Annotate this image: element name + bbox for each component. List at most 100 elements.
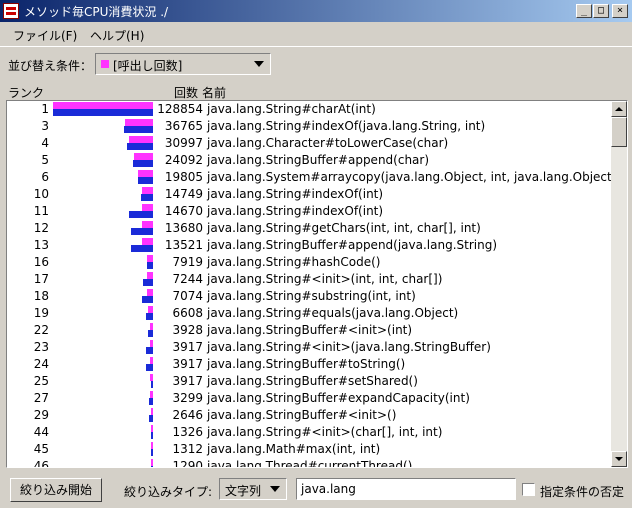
method-name-cell: java.lang.String#equals(java.lang.Object… [207, 306, 459, 320]
maximize-button[interactable]: □ [593, 4, 609, 18]
minimize-button[interactable]: _ [576, 4, 592, 18]
filter-text-input[interactable]: java.lang [296, 478, 516, 500]
menu-file[interactable]: ファイル(F) [13, 27, 77, 44]
list-item[interactable]: 24 3917 java.lang.StringBuffer#toString() [7, 356, 613, 373]
list-item[interactable]: 3 36765 java.lang.String#indexOf(java.lang… [7, 118, 613, 135]
list-item[interactable]: 5 24092 java.lang.StringBuffer#append(char… [7, 152, 613, 169]
list-item[interactable]: 17 7244 java.lang.String#<init>(int, int, … [7, 271, 613, 288]
list-item[interactable]: 10 14749 java.lang.String#indexOf(int) [7, 186, 613, 203]
list-item[interactable]: 16 7919 java.lang.String#hashCode() [7, 254, 613, 271]
close-button[interactable]: × [612, 4, 628, 18]
list-item[interactable]: 23 3917 java.lang.String#<init>(java.lang.… [7, 339, 613, 356]
filter-bar: 絞り込み開始 絞り込みタイプ: 文字列 java.lang 指定条件の否定 [0, 470, 632, 508]
count-cell: 19805 [164, 170, 203, 184]
count-cell: 3917 [172, 374, 203, 388]
filter-type-value: 文字列 [225, 484, 262, 498]
method-name-cell: java.lang.String#<init>(int, int, char[]… [207, 272, 443, 286]
method-name-cell: java.lang.String#indexOf(int) [207, 204, 384, 218]
list-item[interactable]: 18 7074 java.lang.String#substring(int, in… [7, 288, 613, 305]
method-name-cell: java.lang.String#<init>(char[], int, int… [207, 425, 443, 439]
negate-checkbox[interactable] [522, 483, 535, 496]
rank-cell: 4 [41, 136, 49, 150]
rank-cell: 10 [33, 187, 49, 201]
method-name-cell: java.lang.StringBuffer#append(char) [207, 153, 430, 167]
sort-color-swatch [101, 60, 109, 68]
rank-cell: 29 [33, 408, 49, 422]
method-name-cell: java.lang.String#charAt(int) [207, 102, 376, 116]
count-cell: 36765 [164, 119, 203, 133]
rank-cell: 44 [33, 425, 49, 439]
negate-label: 指定条件の否定 [540, 485, 625, 499]
scroll-thumb[interactable] [611, 117, 627, 147]
count-cell: 1326 [172, 425, 203, 439]
filter-type-label: 絞り込みタイプ: [124, 485, 213, 499]
method-name-cell: java.lang.Math#max(int, int) [207, 442, 381, 456]
list-item[interactable]: 46 1290 java.lang.Thread#currentThread() [7, 458, 613, 467]
list-item[interactable]: 4 30997 java.lang.Character#toLowerCase(ch… [7, 135, 613, 152]
scroll-down-icon[interactable] [611, 451, 627, 467]
column-count[interactable]: 回数 [174, 84, 198, 101]
method-name-cell: java.lang.StringBuffer#setShared() [207, 374, 418, 388]
chevron-down-icon[interactable] [270, 486, 280, 492]
sort-label: 並び替え条件： [8, 59, 93, 73]
list-item[interactable]: 29 2646 java.lang.StringBuffer#<init>() [7, 407, 613, 424]
cpu-time-bar [53, 109, 153, 116]
sort-bar: 並び替え条件： [呼出し回数] [0, 47, 632, 83]
method-name-cell: java.lang.String#indexOf(int) [207, 187, 384, 201]
rank-cell: 23 [33, 340, 49, 354]
method-name-cell: java.lang.Thread#currentThread() [207, 459, 413, 467]
chevron-down-icon[interactable] [254, 61, 264, 67]
count-cell: 13521 [164, 238, 203, 252]
vertical-scrollbar[interactable] [611, 101, 627, 467]
method-name-cell: java.lang.StringBuffer#toString() [207, 357, 406, 371]
list-item[interactable]: 22 3928 java.lang.StringBuffer#<init>(int) [7, 322, 613, 339]
count-cell: 7244 [172, 272, 203, 286]
count-cell: 13680 [164, 221, 203, 235]
rank-cell: 18 [33, 289, 49, 303]
count-cell: 2646 [172, 408, 203, 422]
filter-type-dropdown[interactable]: 文字列 [219, 478, 287, 500]
sort-selected-value: [呼出し回数] [113, 59, 183, 73]
method-rows: 1 128854 java.lang.String#charAt(int) 3 3676… [7, 101, 613, 467]
call-count-bar [53, 102, 153, 109]
rank-cell: 5 [41, 153, 49, 167]
list-item[interactable]: 6 19805 java.lang.System#arraycopy(java.la… [7, 169, 613, 186]
column-name[interactable]: 名前 [202, 84, 226, 101]
count-cell: 24092 [164, 153, 203, 167]
rank-cell: 24 [33, 357, 49, 371]
method-name-cell: java.lang.String#<init>(java.lang.String… [207, 340, 491, 354]
column-rank[interactable]: ランク [8, 84, 44, 101]
rank-cell: 17 [33, 272, 49, 286]
count-cell: 128854 [157, 102, 203, 116]
list-item[interactable]: 25 3917 java.lang.StringBuffer#setShared() [7, 373, 613, 390]
window-title: メソッド毎CPU消費状況 ./ [24, 5, 169, 19]
start-filter-button[interactable]: 絞り込み開始 [10, 478, 102, 502]
method-list[interactable]: 1 128854 java.lang.String#charAt(int) 3 3676… [6, 100, 628, 468]
method-name-cell: java.lang.StringBuffer#<init>(int) [207, 323, 413, 337]
count-cell: 6608 [172, 306, 203, 320]
rank-cell: 6 [41, 170, 49, 184]
rank-cell: 27 [33, 391, 49, 405]
count-cell: 3928 [172, 323, 203, 337]
method-name-cell: java.lang.String#indexOf(java.lang.Strin… [207, 119, 486, 133]
list-item[interactable]: 11 14670 java.lang.String#indexOf(int) [7, 203, 613, 220]
list-item[interactable]: 12 13680 java.lang.String#getChars(int, in… [7, 220, 613, 237]
method-name-cell: java.lang.Character#toLowerCase(char) [207, 136, 449, 150]
sort-dropdown[interactable]: [呼出し回数] [95, 53, 271, 75]
rank-cell: 12 [33, 221, 49, 235]
method-name-cell: java.lang.System#arraycopy(java.lang.Obj… [207, 170, 613, 184]
list-item[interactable]: 27 3299 java.lang.StringBuffer#expandCapac… [7, 390, 613, 407]
count-cell: 1290 [172, 459, 203, 467]
menu-help[interactable]: ヘルプ(H) [90, 27, 144, 44]
app-icon [3, 3, 19, 19]
list-item[interactable]: 1 128854 java.lang.String#charAt(int) [7, 101, 613, 118]
scroll-up-icon[interactable] [611, 101, 627, 117]
list-item[interactable]: 45 1312 java.lang.Math#max(int, int) [7, 441, 613, 458]
rank-cell: 3 [41, 119, 49, 133]
rank-cell: 16 [33, 255, 49, 269]
list-item[interactable]: 13 13521 java.lang.StringBuffer#append(jav… [7, 237, 613, 254]
list-item[interactable]: 19 6608 java.lang.String#equals(java.lang.… [7, 305, 613, 322]
rank-cell: 11 [33, 204, 49, 218]
list-item[interactable]: 44 1326 java.lang.String#<init>(char[], in… [7, 424, 613, 441]
method-name-cell: java.lang.String#getChars(int, int, char… [207, 221, 481, 235]
